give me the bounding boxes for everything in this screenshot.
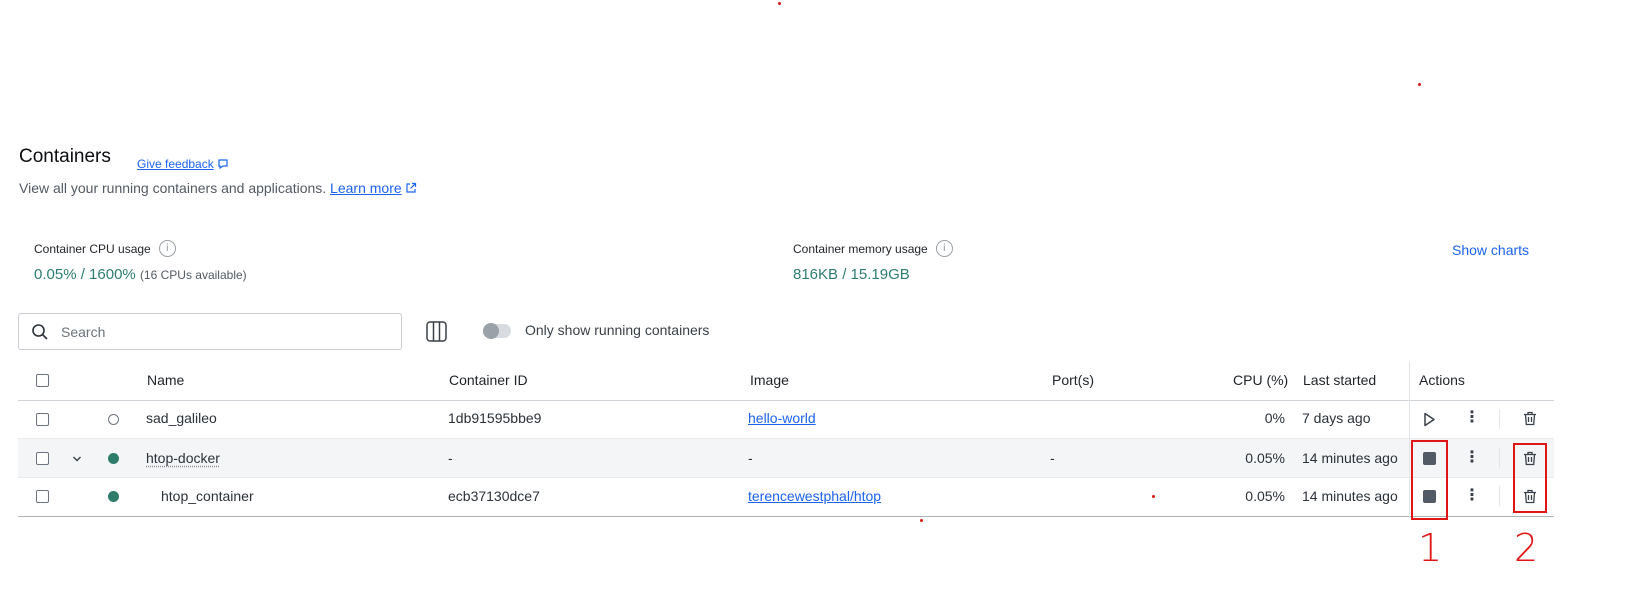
annotation-number-1: 1 [1418,526,1443,570]
show-charts-button[interactable]: Show charts [1452,242,1529,258]
container-name[interactable]: htop-docker [146,450,220,466]
actions-column-divider [1409,362,1410,518]
row-checkbox[interactable] [36,413,49,426]
page-subtitle: View all your running containers and app… [19,180,417,196]
row-checkbox[interactable] [36,490,49,503]
container-cpu: 0.05% [1245,450,1285,466]
more-options-icon[interactable]: ⋮ [1464,450,1480,466]
play-icon[interactable] [1423,412,1436,427]
red-mark [1418,83,1421,86]
memory-usage-label: Container memory usage [793,241,928,256]
cpu-used: 0.05% [34,266,77,283]
running-status-icon [108,491,119,502]
annotation-box-stop [1411,440,1448,520]
action-separator [1499,409,1500,429]
column-header-cpu[interactable]: CPU (%) [1233,372,1288,388]
cpu-usage-label: Container CPU usage [34,241,151,256]
give-feedback-label: Give feedback [137,157,214,171]
image-link[interactable]: terencewestphal/htop [748,488,881,504]
more-options-icon[interactable]: ⋮ [1464,410,1480,426]
stopped-status-icon [108,414,119,425]
search-input[interactable] [59,322,359,341]
container-cpu: 0.05% [1245,488,1285,504]
trash-icon[interactable] [1523,411,1537,426]
search-box[interactable] [18,313,402,350]
column-header-name[interactable]: Name [147,372,184,388]
toggle-knob [483,323,499,339]
annotation-box-delete [1513,443,1547,513]
cpu-usage-label-row: Container CPU usage i [34,240,247,257]
chevron-down-icon[interactable] [72,455,82,463]
cpu-usage-value: 0.05% / 1600% (16 CPUs available) [34,266,247,283]
image-value: - [748,450,753,466]
red-mark [920,519,923,522]
learn-more-link[interactable]: Learn more [330,180,417,196]
column-header-container-id[interactable]: Container ID [449,372,528,388]
container-last-started: 14 minutes ago [1302,450,1398,466]
page-title: Containers [19,146,111,167]
container-id: 1db91595bbe9 [448,410,542,426]
learn-more-label: Learn more [330,180,402,196]
memory-usage-label-row: Container memory usage i [793,240,953,257]
action-separator [1499,448,1500,468]
cpu-note: (16 CPUs available) [139,268,247,282]
row-divider [18,438,1554,439]
more-options-icon[interactable]: ⋮ [1464,488,1480,504]
give-feedback-link[interactable]: Give feedback [137,157,229,171]
container-id: - [448,450,453,466]
memory-usage-panel: Container memory usage i 816KB / 15.19GB [793,240,953,283]
container-name[interactable]: htop_container [161,488,254,504]
table-bottom-border [18,516,1554,517]
select-all-checkbox[interactable] [36,374,49,387]
container-last-started: 14 minutes ago [1302,488,1398,504]
container-id: ecb37130dce7 [448,488,540,504]
columns-icon[interactable] [426,321,447,342]
column-header-actions: Actions [1419,372,1465,388]
subtitle-text: View all your running containers and app… [19,180,327,196]
search-icon [32,323,48,340]
memory-used: 816KB [793,266,839,283]
container-cpu: 0% [1264,410,1285,426]
container-name[interactable]: sad_galileo [146,410,217,426]
column-header-image[interactable]: Image [750,372,789,388]
memory-usage-value: 816KB / 15.19GB [793,266,953,283]
action-separator [1499,486,1500,506]
running-status-icon [108,453,119,464]
memory-total: / 15.19GB [842,266,910,283]
external-link-icon [406,182,416,193]
info-icon[interactable]: i [935,240,953,257]
annotation-number-2: 2 [1514,526,1539,570]
container-ports: - [1050,450,1055,466]
column-header-ports[interactable]: Port(s) [1052,372,1094,388]
red-mark [778,2,781,5]
cpu-usage-panel: Container CPU usage i 0.05% / 1600% (16 … [34,240,247,283]
row-divider [18,477,1554,478]
running-only-toggle[interactable] [483,323,511,339]
running-only-label: Only show running containers [525,322,710,338]
container-last-started: 7 days ago [1302,410,1371,426]
image-link[interactable]: hello-world [748,410,816,426]
column-header-last-started[interactable]: Last started [1303,372,1376,388]
info-icon[interactable]: i [158,240,176,257]
row-checkbox[interactable] [36,452,49,465]
cpu-total: / 1600% [80,266,136,283]
feedback-icon [218,159,228,170]
